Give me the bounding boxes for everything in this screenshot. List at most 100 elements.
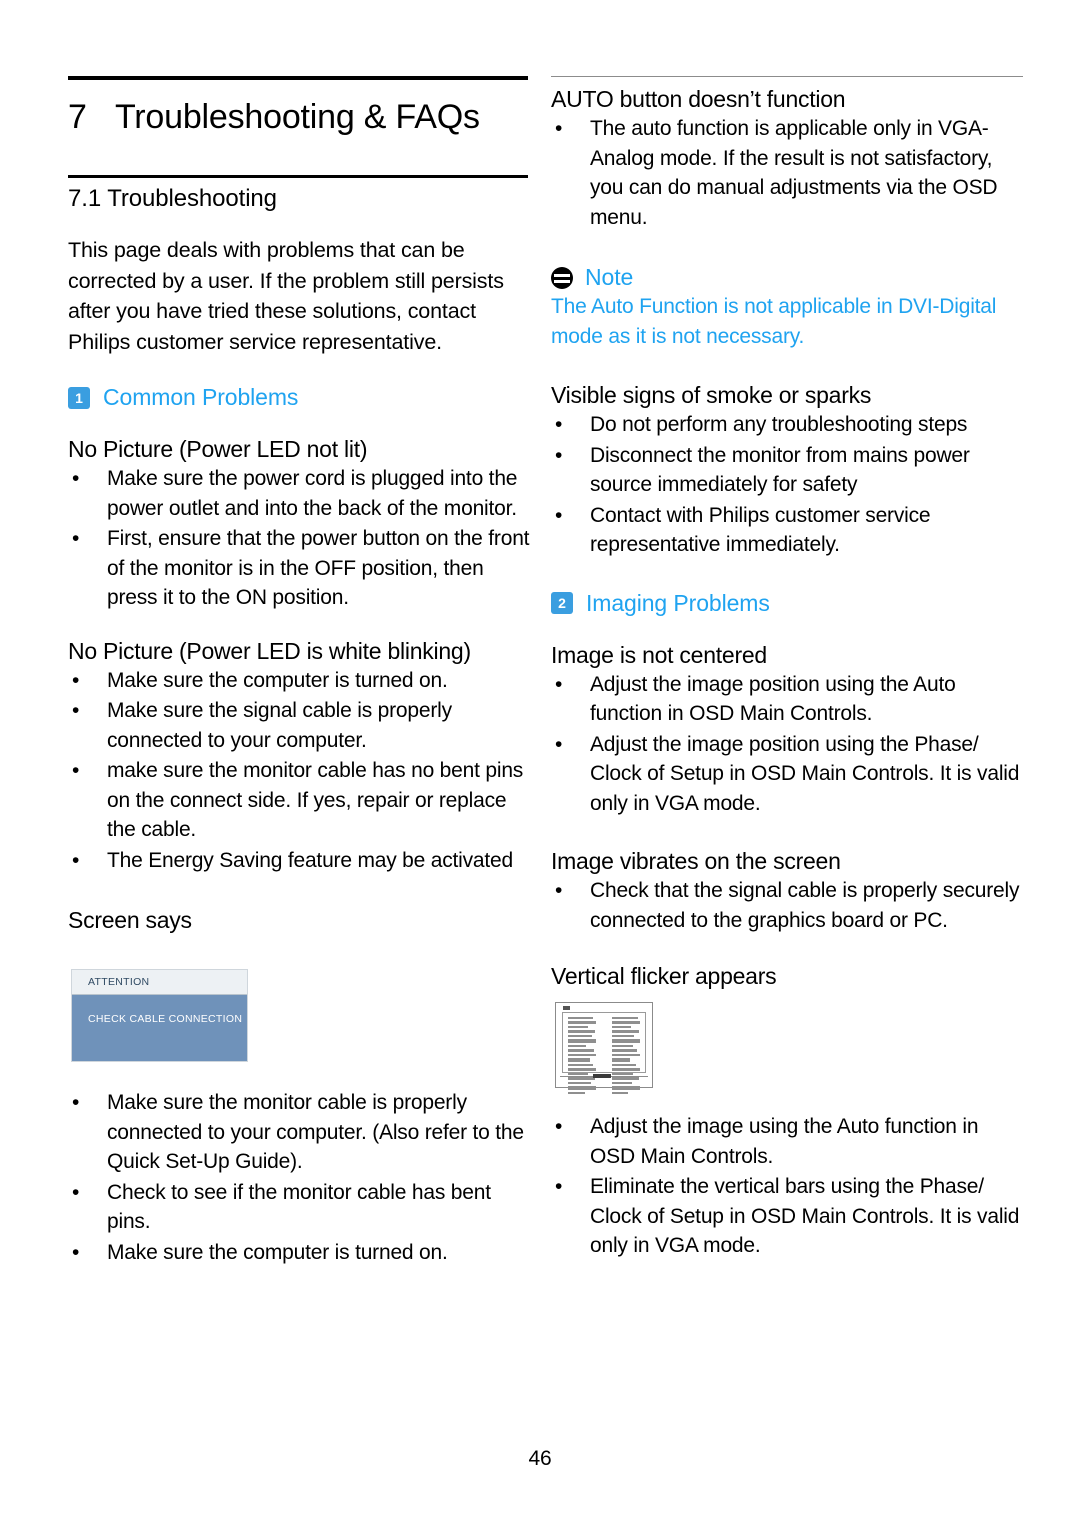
page-title: 7 Troubleshooting & FAQs <box>68 98 530 137</box>
list-item-text: Check to see if the monitor cable has be… <box>107 1180 491 1234</box>
bullet-dot: • <box>555 1175 563 1198</box>
bullet-list: • Make sure the monitor cable is properly… <box>68 1088 530 1267</box>
subheading-no-picture-led-blinking: No Picture (Power LED is white blinking) <box>68 637 471 664</box>
subheading-screen-says: Screen says <box>68 907 192 933</box>
imaging-problems-badge: 2 <box>551 592 573 614</box>
column-top-rule <box>551 76 1023 77</box>
subheading-no-picture-led-not-lit: No Picture (Power LED not lit) <box>68 436 368 462</box>
bullet-dot: • <box>72 668 80 692</box>
list-item-text: Check that the signal cable is properly … <box>590 879 1020 932</box>
list-item-text: Do not perform any troubleshooting steps <box>590 413 968 436</box>
chapter-number: 7 <box>68 98 87 136</box>
bullet-dot: • <box>555 117 563 140</box>
list-item: • Make sure the power cord is plugged int… <box>68 464 530 523</box>
bullet-list: • Adjust the image position using the Aut… <box>551 670 1025 819</box>
right-column: AUTO button doesn’t function • The auto f… <box>551 76 1025 1261</box>
chapter-rule <box>68 76 528 80</box>
list-item: • Do not perform any troubleshooting step… <box>551 410 1025 440</box>
note-title: Note <box>585 264 634 290</box>
thumbnail-text-column-left <box>568 1017 596 1094</box>
thumbnail-corner-mark <box>563 1006 570 1010</box>
thumbnail-footer-bar <box>560 1074 648 1084</box>
attention-dialog-message: CHECK CABLE CONNECTION <box>72 995 247 1061</box>
bullet-list: • Adjust the image using the Auto functio… <box>551 1112 1025 1261</box>
attention-dialog-figure: ATTENTION CHECK CABLE CONNECTION <box>71 969 248 1062</box>
list-item: • Check to see if the monitor cable has b… <box>68 1178 530 1237</box>
list-item-text: Eliminate the vertical bars using the Ph… <box>590 1175 1020 1257</box>
subheading-image-vibrates: Image vibrates on the screen <box>551 848 841 874</box>
bullet-list: • Check that the signal cable is properly… <box>551 876 1025 935</box>
bullet-dot: • <box>555 732 563 756</box>
list-item: • Check that the signal cable is properly… <box>551 876 1025 935</box>
list-item-text: Make sure the computer is turned on. <box>107 1240 448 1264</box>
bullet-list: • Make sure the computer is turned on. • M… <box>68 666 530 876</box>
list-item-text: First, ensure that the power button on t… <box>107 527 530 609</box>
list-item: • Adjust the image position using the Aut… <box>551 670 1025 729</box>
vertical-flicker-thumbnail <box>555 1002 653 1094</box>
subheading-smoke-or-sparks: Visible signs of smoke or sparks <box>551 382 872 408</box>
bullet-dot: • <box>72 467 80 490</box>
note-body: The Auto Function is not applicable in D… <box>551 295 997 348</box>
bullet-dot: • <box>555 503 563 527</box>
bullet-list: • The auto function is applicable only in… <box>551 114 1025 232</box>
list-item-text: Make sure the signal cable is properly c… <box>107 699 452 752</box>
list-item: • Eliminate the vertical bars using the P… <box>551 1172 1025 1261</box>
common-problems-label: Common Problems <box>103 384 299 410</box>
intro-paragraph: This page deals with problems that can b… <box>68 238 504 354</box>
attention-dialog-title: ATTENTION <box>72 970 247 995</box>
imaging-problems-heading: 2 Imaging Problems <box>551 590 1025 617</box>
subheading-vertical-flicker: Vertical flicker appears <box>551 963 777 989</box>
list-item: • Make sure the signal cable is properly … <box>68 696 530 755</box>
list-item: • Contact with Philips customer service r… <box>551 501 1025 560</box>
note-icon <box>551 266 573 289</box>
left-column: 7 Troubleshooting & FAQs 7.1 Troubleshoot… <box>68 76 530 1267</box>
bullet-dot: • <box>555 1115 563 1138</box>
bullet-dot: • <box>72 1091 80 1114</box>
bullet-dot: • <box>555 672 563 696</box>
subheading-auto-button: AUTO button doesn’t function <box>551 86 846 112</box>
bullet-dot: • <box>72 1240 80 1264</box>
thumbnail-page-body <box>562 1012 646 1094</box>
section-rule <box>68 175 528 178</box>
subheading-image-not-centered: Image is not centered <box>551 641 767 668</box>
bullet-dot: • <box>72 699 80 722</box>
bullet-list: • Do not perform any troubleshooting step… <box>551 410 1025 560</box>
list-item: • Make sure the computer is turned on. <box>68 1238 530 1268</box>
list-item-text: Make sure the power cord is plugged into… <box>107 467 518 520</box>
list-item-text: Disconnect the monitor from mains power … <box>590 443 970 497</box>
thumbnail-text-column-right <box>612 1017 640 1094</box>
list-item-text: Make sure the computer is turned on. <box>107 668 448 692</box>
bullet-dot: • <box>72 1180 80 1204</box>
list-item: • Disconnect the monitor from mains power… <box>551 441 1025 500</box>
list-item: • Adjust the image using the Auto functio… <box>551 1112 1025 1171</box>
section-heading: 7.1 Troubleshooting <box>68 185 277 212</box>
chapter-title: Troubleshooting & FAQs <box>115 98 480 136</box>
list-item: • Adjust the image position using the Pha… <box>551 730 1025 819</box>
common-problems-badge: 1 <box>68 386 90 409</box>
list-item: • The auto function is applicable only in… <box>551 114 1025 232</box>
list-item-text: Make sure the monitor cable is properly … <box>107 1091 524 1173</box>
common-problems-heading: 1 Common Problems <box>68 384 530 411</box>
bullet-dot: • <box>555 879 563 902</box>
bullet-list: • Make sure the power cord is plugged int… <box>68 464 530 613</box>
list-item-text: Adjust the image position using the Phas… <box>590 732 1020 815</box>
page-number: 46 <box>528 1447 552 1470</box>
list-item-text: Contact with Philips customer service re… <box>590 503 931 557</box>
list-item-text: make sure the monitor cable has no bent … <box>107 759 524 841</box>
list-item: • First, ensure that the power button on … <box>68 524 530 613</box>
list-item-text: The Energy Saving feature may be activat… <box>107 848 514 872</box>
list-item: • The Energy Saving feature may be activa… <box>68 846 530 876</box>
list-item: • Make sure the monitor cable is properly… <box>68 1088 530 1177</box>
bullet-dot: • <box>72 759 80 782</box>
note-header: Note <box>551 264 1025 291</box>
bullet-dot: • <box>72 848 80 872</box>
imaging-problems-label: Imaging Problems <box>586 589 770 616</box>
list-item-text: Adjust the image using the Auto function… <box>590 1115 979 1168</box>
list-item-text: Adjust the image position using the Auto… <box>590 672 956 726</box>
bullet-dot: • <box>72 527 80 550</box>
bullet-dot: • <box>555 413 563 436</box>
list-item: • make sure the monitor cable has no bent… <box>68 756 530 845</box>
manual-page: 7 Troubleshooting & FAQs 7.1 Troubleshoot… <box>0 0 1080 1527</box>
note-block: Note The Auto Function is not applicable… <box>551 264 1025 352</box>
bullet-dot: • <box>555 443 563 467</box>
